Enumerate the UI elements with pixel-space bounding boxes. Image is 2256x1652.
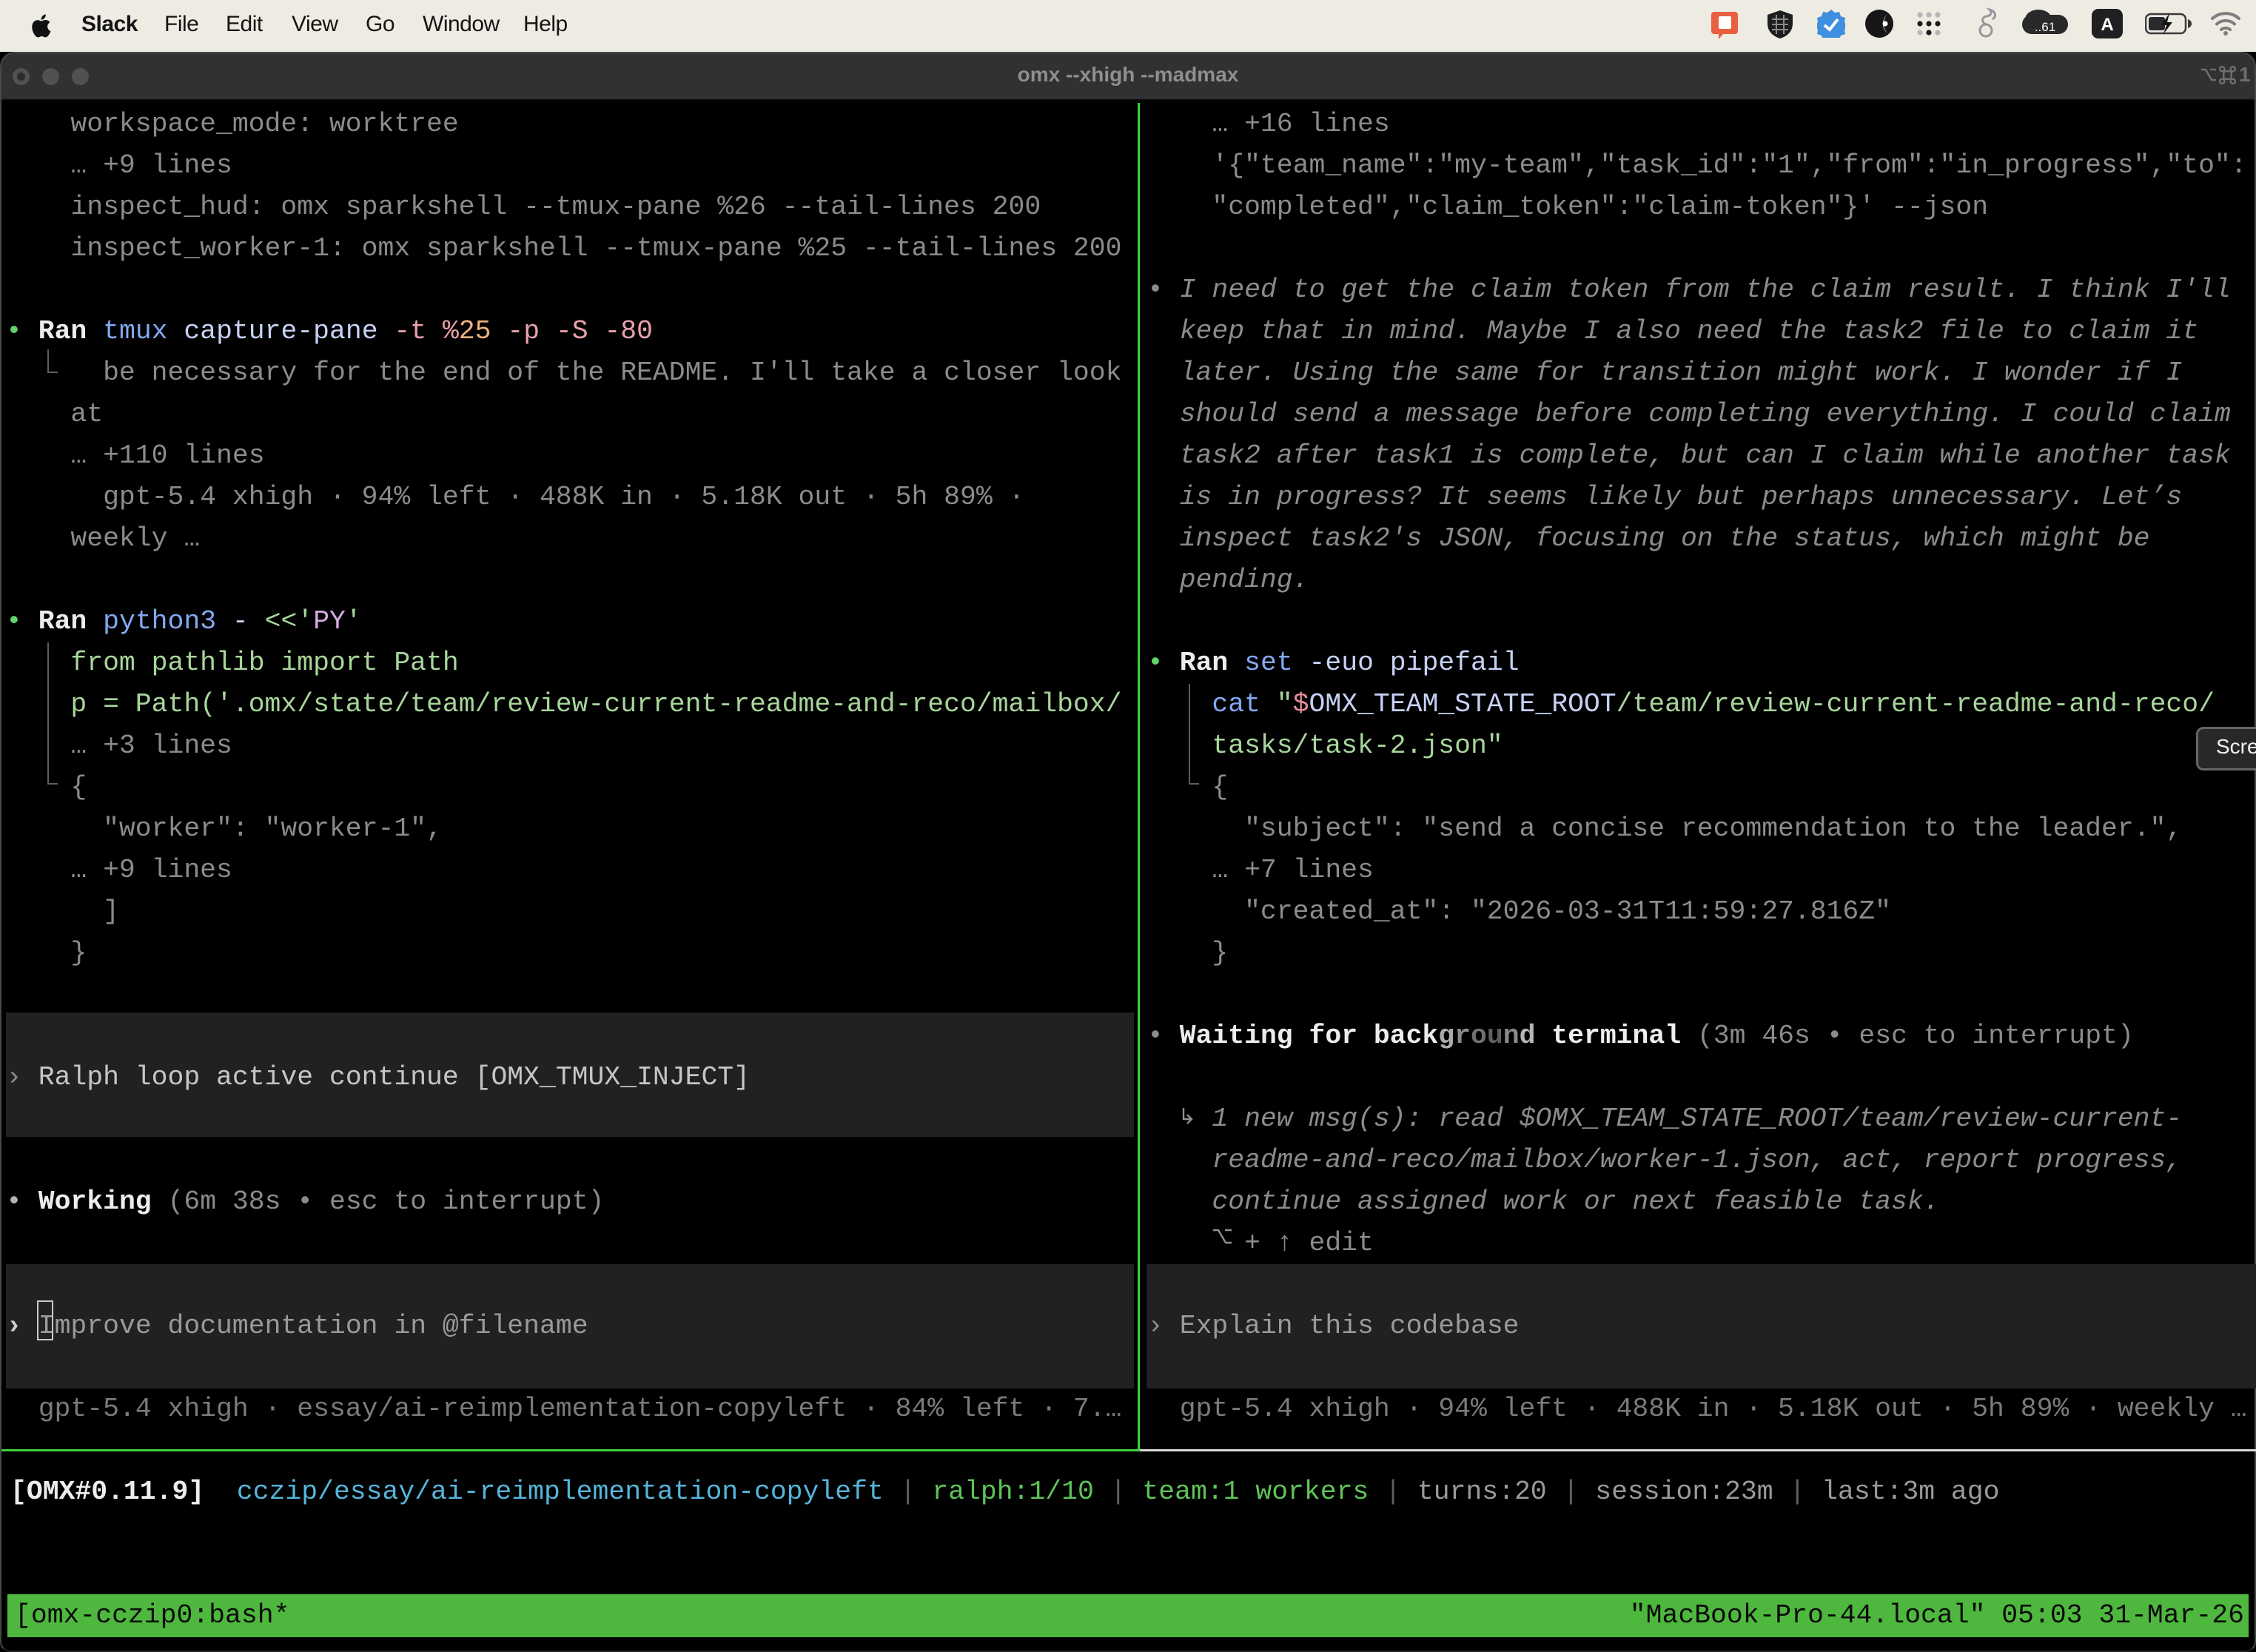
svg-text:A: A — [2101, 15, 2113, 35]
svg-text:..61: ..61 — [2035, 20, 2055, 34]
